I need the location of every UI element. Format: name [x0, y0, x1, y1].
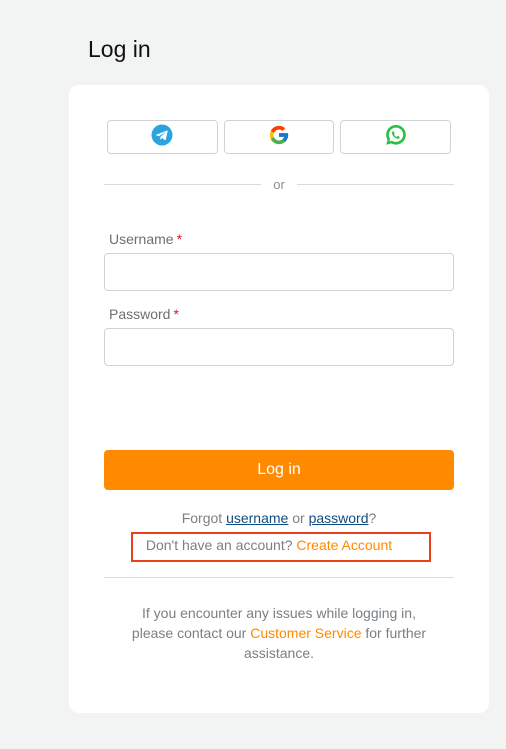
- username-label-text: Username: [109, 231, 174, 247]
- forgot-or-text: or: [292, 510, 305, 526]
- signup-row: Don't have an account? Create Account: [59, 537, 479, 553]
- whatsapp-login-button[interactable]: [340, 120, 452, 154]
- password-input[interactable]: [104, 328, 454, 366]
- forgot-question-mark: ?: [368, 510, 377, 526]
- password-label-text: Password: [109, 306, 171, 322]
- username-label: Username *: [109, 231, 182, 247]
- login-card: or Username * Password * Log in Forgot use…: [69, 85, 489, 713]
- password-required-mark: *: [173, 306, 179, 322]
- social-login-row: [107, 120, 452, 154]
- whatsapp-icon: [385, 124, 407, 151]
- forgot-username-link[interactable]: username: [226, 510, 288, 526]
- bottom-divider: [104, 577, 454, 578]
- or-divider: or: [104, 176, 454, 192]
- page-title: Log in: [88, 36, 151, 62]
- telegram-icon: [151, 124, 173, 151]
- telegram-login-button[interactable]: [107, 120, 218, 154]
- username-required-mark: *: [176, 231, 183, 247]
- divider-line-right: [296, 183, 454, 185]
- or-text: or: [273, 176, 285, 192]
- divider-line-left: [104, 183, 262, 185]
- customer-service-link[interactable]: Customer Service: [250, 625, 361, 641]
- password-label: Password *: [109, 306, 179, 322]
- google-icon: [268, 124, 290, 151]
- no-account-text: Don't have an account?: [145, 537, 293, 553]
- forgot-password-link[interactable]: password: [309, 510, 369, 526]
- login-button[interactable]: Log in: [104, 450, 454, 490]
- create-account-link[interactable]: Create Account: [296, 537, 392, 553]
- forgot-credentials-row: Forgot username or password?: [69, 510, 489, 526]
- forgot-prefix: Forgot: [181, 510, 223, 526]
- help-message: If you encounter any issues while loggin…: [129, 603, 429, 663]
- username-input[interactable]: [104, 253, 454, 291]
- google-login-button[interactable]: [223, 120, 335, 154]
